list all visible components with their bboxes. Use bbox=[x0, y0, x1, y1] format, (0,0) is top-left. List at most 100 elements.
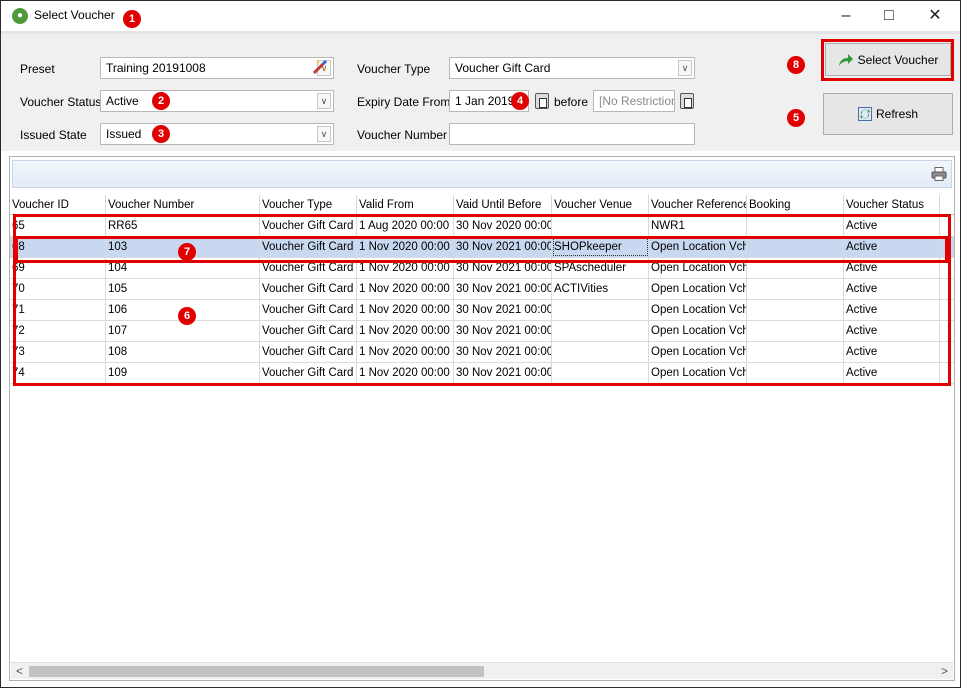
cell-voucher-id[interactable]: 72 bbox=[10, 321, 106, 341]
scroll-right-arrow[interactable]: > bbox=[936, 663, 953, 680]
table-row[interactable]: 71 106 Voucher Gift Card 1 Nov 2020 00:00 30… bbox=[10, 300, 954, 321]
cell-voucher-number[interactable]: 105 bbox=[106, 279, 260, 299]
column-header-voucher-type[interactable]: Voucher Type bbox=[260, 195, 357, 215]
close-button[interactable]: ✕ bbox=[913, 3, 957, 29]
cell-valid-from[interactable]: 1 Nov 2020 00:00 bbox=[357, 279, 454, 299]
column-header-booking[interactable]: Booking bbox=[747, 195, 844, 215]
cell-voucher-status[interactable]: Active bbox=[844, 216, 940, 236]
cell-voucher-reference[interactable]: Open Location Vch bbox=[649, 237, 747, 257]
cell-valid-from[interactable]: 1 Nov 2020 00:00 bbox=[357, 237, 454, 257]
column-header-valid-from[interactable]: Valid From bbox=[357, 195, 454, 215]
table-row[interactable]: 69 104 Voucher Gift Card 1 Nov 2020 00:00 30… bbox=[10, 258, 954, 279]
issued-state-combo[interactable]: Issued ∨ bbox=[100, 123, 334, 145]
cell-voucher-venue[interactable] bbox=[552, 321, 649, 341]
cell-voucher-type[interactable]: Voucher Gift Card bbox=[260, 216, 357, 236]
column-header-voucher-reference[interactable]: Voucher Reference bbox=[649, 195, 747, 215]
cell-voucher-reference[interactable]: Open Location Vch bbox=[649, 258, 747, 278]
cell-valid-from[interactable]: 1 Nov 2020 00:00 bbox=[357, 300, 454, 320]
cell-voucher-id[interactable]: 69 bbox=[10, 258, 106, 278]
cell-voucher-venue[interactable] bbox=[552, 342, 649, 362]
column-header-valid-until[interactable]: Vaid Until Before bbox=[454, 195, 552, 215]
cell-voucher-status[interactable]: Active bbox=[844, 279, 940, 299]
magic-wand-icon[interactable] bbox=[312, 59, 328, 75]
cell-valid-until[interactable]: 30 Nov 2020 00:00 bbox=[454, 216, 552, 236]
cell-booking[interactable] bbox=[747, 258, 844, 278]
cell-voucher-reference[interactable]: Open Location Vch bbox=[649, 321, 747, 341]
cell-valid-until[interactable]: 30 Nov 2021 00:00 bbox=[454, 279, 552, 299]
voucher-status-combo[interactable]: Active ∨ bbox=[100, 90, 334, 112]
cell-voucher-number[interactable]: 109 bbox=[106, 363, 260, 383]
cell-booking[interactable] bbox=[747, 279, 844, 299]
cell-voucher-type[interactable]: Voucher Gift Card bbox=[260, 342, 357, 362]
cell-booking[interactable] bbox=[747, 237, 844, 257]
cell-voucher-number[interactable]: 104 bbox=[106, 258, 260, 278]
cell-voucher-status[interactable]: Active bbox=[844, 363, 940, 383]
cell-voucher-venue[interactable] bbox=[552, 300, 649, 320]
cell-voucher-status[interactable]: Active bbox=[844, 237, 940, 257]
cell-voucher-id[interactable]: 65 bbox=[10, 216, 106, 236]
table-row[interactable]: 65 RR65 Voucher Gift Card 1 Aug 2020 00:00 3… bbox=[10, 216, 954, 237]
cell-voucher-venue[interactable] bbox=[552, 363, 649, 383]
cell-booking[interactable] bbox=[747, 321, 844, 341]
maximize-button[interactable]: □ bbox=[867, 3, 911, 29]
cell-voucher-venue[interactable]: ACTIVities bbox=[552, 279, 649, 299]
minimize-button[interactable]: – bbox=[824, 3, 868, 29]
cell-valid-from[interactable]: 1 Nov 2020 00:00 bbox=[357, 363, 454, 383]
scrollbar-thumb[interactable] bbox=[29, 666, 484, 677]
table-row[interactable]: 70 105 Voucher Gift Card 1 Nov 2020 00:00 30… bbox=[10, 279, 954, 300]
cell-voucher-id[interactable]: 71 bbox=[10, 300, 106, 320]
preset-combo[interactable]: Training 20191008 ∨ bbox=[100, 57, 334, 79]
cell-voucher-type[interactable]: Voucher Gift Card bbox=[260, 279, 357, 299]
cell-voucher-type[interactable]: Voucher Gift Card bbox=[260, 258, 357, 278]
cell-booking[interactable] bbox=[747, 363, 844, 383]
cell-valid-until[interactable]: 30 Nov 2021 00:00 bbox=[454, 342, 552, 362]
column-header-voucher-id[interactable]: Voucher ID bbox=[10, 195, 106, 215]
cell-voucher-id[interactable]: 74 bbox=[10, 363, 106, 383]
cell-voucher-status[interactable]: Active bbox=[844, 300, 940, 320]
printer-icon[interactable] bbox=[931, 167, 947, 181]
cell-voucher-reference[interactable]: NWR1 bbox=[649, 216, 747, 236]
cell-voucher-number[interactable]: RR65 bbox=[106, 216, 260, 236]
table-row[interactable]: 68 103 Voucher Gift Card 1 Nov 2020 00:00 30… bbox=[10, 237, 954, 258]
cell-voucher-reference[interactable]: Open Location Vch bbox=[649, 300, 747, 320]
refresh-button[interactable]: Refresh bbox=[823, 93, 953, 135]
horizontal-scrollbar[interactable]: < > bbox=[11, 662, 953, 679]
cell-voucher-venue[interactable]: SPAscheduler bbox=[552, 258, 649, 278]
scroll-left-arrow[interactable]: < bbox=[11, 663, 28, 680]
cell-voucher-reference[interactable]: Open Location Vch bbox=[649, 279, 747, 299]
chevron-down-icon[interactable]: ∨ bbox=[317, 93, 331, 109]
table-row[interactable]: 72 107 Voucher Gift Card 1 Nov 2020 00:00 30… bbox=[10, 321, 954, 342]
cell-voucher-number[interactable]: 108 bbox=[106, 342, 260, 362]
cell-valid-until[interactable]: 30 Nov 2021 00:00 bbox=[454, 363, 552, 383]
cell-voucher-id[interactable]: 68 bbox=[10, 237, 106, 257]
cell-valid-from[interactable]: 1 Aug 2020 00:00 bbox=[357, 216, 454, 236]
cell-voucher-id[interactable]: 73 bbox=[10, 342, 106, 362]
cell-valid-until[interactable]: 30 Nov 2021 00:00 bbox=[454, 321, 552, 341]
cell-voucher-status[interactable]: Active bbox=[844, 321, 940, 341]
cell-valid-from[interactable]: 1 Nov 2020 00:00 bbox=[357, 321, 454, 341]
voucher-number-input[interactable] bbox=[449, 123, 695, 145]
cell-voucher-id[interactable]: 70 bbox=[10, 279, 106, 299]
cell-valid-until[interactable]: 30 Nov 2021 00:00 bbox=[454, 237, 552, 257]
calendar-icon[interactable] bbox=[680, 93, 694, 109]
voucher-type-combo[interactable]: Voucher Gift Card ∨ bbox=[449, 57, 695, 79]
cell-valid-until[interactable]: 30 Nov 2021 00:00 bbox=[454, 300, 552, 320]
select-voucher-button[interactable]: Select Voucher bbox=[825, 43, 951, 76]
column-header-voucher-number[interactable]: Voucher Number bbox=[106, 195, 260, 215]
column-header-voucher-venue[interactable]: Voucher Venue bbox=[552, 195, 649, 215]
cell-voucher-venue[interactable]: SHOPkeeper bbox=[552, 237, 649, 257]
cell-voucher-type[interactable]: Voucher Gift Card bbox=[260, 363, 357, 383]
cell-voucher-reference[interactable]: Open Location Vch bbox=[649, 342, 747, 362]
expiry-date-before-field[interactable]: [No Restriction] bbox=[593, 90, 675, 112]
cell-booking[interactable] bbox=[747, 300, 844, 320]
chevron-down-icon[interactable]: ∨ bbox=[317, 126, 331, 142]
cell-booking[interactable] bbox=[747, 342, 844, 362]
column-header-voucher-status[interactable]: Voucher Status bbox=[844, 195, 940, 215]
cell-voucher-type[interactable]: Voucher Gift Card bbox=[260, 321, 357, 341]
cell-voucher-reference[interactable]: Open Location Vch bbox=[649, 363, 747, 383]
cell-voucher-venue[interactable] bbox=[552, 216, 649, 236]
chevron-down-icon[interactable]: ∨ bbox=[678, 60, 692, 76]
cell-valid-until[interactable]: 30 Nov 2021 00:00 bbox=[454, 258, 552, 278]
table-row[interactable]: 73 108 Voucher Gift Card 1 Nov 2020 00:00 30… bbox=[10, 342, 954, 363]
table-row[interactable]: 74 109 Voucher Gift Card 1 Nov 2020 00:00 30… bbox=[10, 363, 954, 384]
